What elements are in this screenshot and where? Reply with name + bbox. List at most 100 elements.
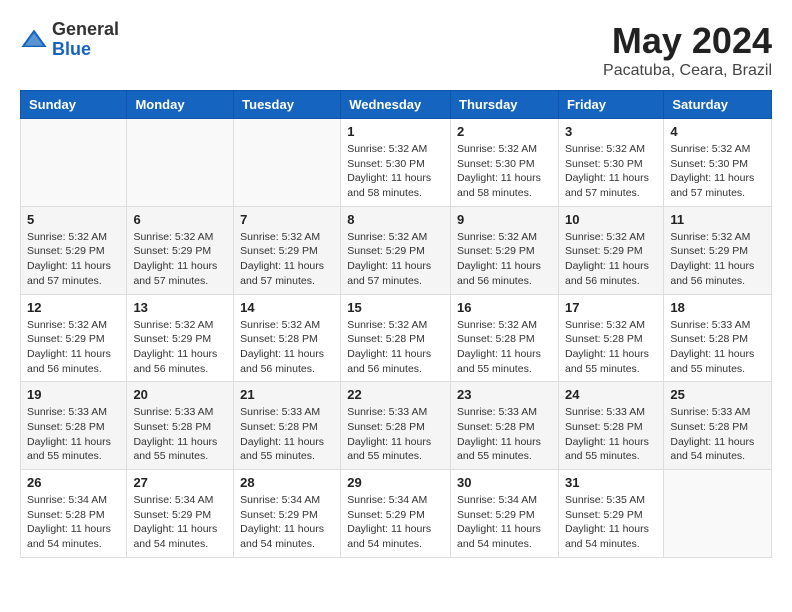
cell-text: Sunrise: 5:34 AM Sunset: 5:29 PM Dayligh… xyxy=(347,493,444,552)
weekday-header-wednesday: Wednesday xyxy=(341,91,451,119)
weekday-header-row: SundayMondayTuesdayWednesdayThursdayFrid… xyxy=(21,91,772,119)
day-number: 5 xyxy=(27,212,120,227)
cell-text: Sunrise: 5:32 AM Sunset: 5:29 PM Dayligh… xyxy=(240,230,334,289)
day-number: 14 xyxy=(240,300,334,315)
cell-text: Sunrise: 5:32 AM Sunset: 5:29 PM Dayligh… xyxy=(133,318,227,377)
calendar-cell xyxy=(21,119,127,207)
day-number: 13 xyxy=(133,300,227,315)
calendar-cell: 31 Sunrise: 5:35 AM Sunset: 5:29 PM Dayli… xyxy=(558,470,663,558)
calendar-cell: 10 Sunrise: 5:32 AM Sunset: 5:29 PM Dayli… xyxy=(558,206,663,294)
day-number: 21 xyxy=(240,387,334,402)
cell-text: Sunrise: 5:32 AM Sunset: 5:29 PM Dayligh… xyxy=(27,318,120,377)
weekday-header-sunday: Sunday xyxy=(21,91,127,119)
day-number: 2 xyxy=(457,124,552,139)
calendar-cell: 30 Sunrise: 5:34 AM Sunset: 5:29 PM Dayli… xyxy=(451,470,559,558)
weekday-header-friday: Friday xyxy=(558,91,663,119)
calendar-cell: 6 Sunrise: 5:32 AM Sunset: 5:29 PM Daylig… xyxy=(127,206,234,294)
weekday-header-thursday: Thursday xyxy=(451,91,559,119)
calendar-cell: 23 Sunrise: 5:33 AM Sunset: 5:28 PM Dayli… xyxy=(451,382,559,470)
day-number: 28 xyxy=(240,475,334,490)
calendar-cell: 2 Sunrise: 5:32 AM Sunset: 5:30 PM Daylig… xyxy=(451,119,559,207)
cell-text: Sunrise: 5:32 AM Sunset: 5:29 PM Dayligh… xyxy=(565,230,657,289)
calendar-cell: 4 Sunrise: 5:32 AM Sunset: 5:30 PM Daylig… xyxy=(664,119,772,207)
cell-text: Sunrise: 5:33 AM Sunset: 5:28 PM Dayligh… xyxy=(457,405,552,464)
cell-text: Sunrise: 5:32 AM Sunset: 5:30 PM Dayligh… xyxy=(670,142,765,201)
day-number: 29 xyxy=(347,475,444,490)
weekday-header-tuesday: Tuesday xyxy=(234,91,341,119)
calendar-cell: 22 Sunrise: 5:33 AM Sunset: 5:28 PM Dayli… xyxy=(341,382,451,470)
logo: General Blue xyxy=(20,20,119,60)
day-number: 9 xyxy=(457,212,552,227)
calendar-cell: 20 Sunrise: 5:33 AM Sunset: 5:28 PM Dayli… xyxy=(127,382,234,470)
cell-text: Sunrise: 5:35 AM Sunset: 5:29 PM Dayligh… xyxy=(565,493,657,552)
calendar-cell: 18 Sunrise: 5:33 AM Sunset: 5:28 PM Dayli… xyxy=(664,294,772,382)
calendar-cell: 7 Sunrise: 5:32 AM Sunset: 5:29 PM Daylig… xyxy=(234,206,341,294)
cell-text: Sunrise: 5:34 AM Sunset: 5:29 PM Dayligh… xyxy=(133,493,227,552)
cell-text: Sunrise: 5:34 AM Sunset: 5:29 PM Dayligh… xyxy=(457,493,552,552)
calendar-cell: 28Sunrise: 5:34 AM Sunset: 5:29 PM Dayli… xyxy=(234,470,341,558)
calendar-cell: 27 Sunrise: 5:34 AM Sunset: 5:29 PM Dayli… xyxy=(127,470,234,558)
calendar-cell: 14Sunrise: 5:32 AM Sunset: 5:28 PM Dayli… xyxy=(234,294,341,382)
calendar-cell: 26 Sunrise: 5:34 AM Sunset: 5:28 PM Dayli… xyxy=(21,470,127,558)
day-number: 1 xyxy=(347,124,444,139)
cell-text: Sunrise: 5:33 AM Sunset: 5:28 PM Dayligh… xyxy=(133,405,227,464)
cell-text: Sunrise: 5:32 AM Sunset: 5:29 PM Dayligh… xyxy=(670,230,765,289)
calendar-week-row: 26 Sunrise: 5:34 AM Sunset: 5:28 PM Dayli… xyxy=(21,470,772,558)
day-number: 4 xyxy=(670,124,765,139)
calendar-cell: 24Sunrise: 5:33 AM Sunset: 5:28 PM Dayli… xyxy=(558,382,663,470)
cell-text: Sunrise: 5:33 AM Sunset: 5:28 PM Dayligh… xyxy=(670,318,765,377)
day-number: 18 xyxy=(670,300,765,315)
cell-text: Sunrise: 5:32 AM Sunset: 5:29 PM Dayligh… xyxy=(347,230,444,289)
day-number: 7 xyxy=(240,212,334,227)
cell-text: Sunrise: 5:32 AM Sunset: 5:28 PM Dayligh… xyxy=(565,318,657,377)
logo-general-text: General xyxy=(52,20,119,40)
day-number: 8 xyxy=(347,212,444,227)
calendar-cell: 5Sunrise: 5:32 AM Sunset: 5:29 PM Daylig… xyxy=(21,206,127,294)
calendar-cell: 12 Sunrise: 5:32 AM Sunset: 5:29 PM Dayli… xyxy=(21,294,127,382)
calendar-cell: 11Sunrise: 5:32 AM Sunset: 5:29 PM Dayli… xyxy=(664,206,772,294)
calendar-table: SundayMondayTuesdayWednesdayThursdayFrid… xyxy=(20,90,772,558)
calendar-cell xyxy=(127,119,234,207)
cell-text: Sunrise: 5:32 AM Sunset: 5:28 PM Dayligh… xyxy=(347,318,444,377)
cell-text: Sunrise: 5:32 AM Sunset: 5:29 PM Dayligh… xyxy=(457,230,552,289)
logo-text: General Blue xyxy=(52,20,119,60)
calendar-cell: 8 Sunrise: 5:32 AM Sunset: 5:29 PM Daylig… xyxy=(341,206,451,294)
calendar-week-row: 5 Sunrise: 5:32 AM Sunset: 5:29 PM Daylig… xyxy=(21,206,772,294)
calendar-cell xyxy=(234,119,341,207)
day-number: 17 xyxy=(565,300,657,315)
cell-text: Sunrise: 5:32 AM Sunset: 5:30 PM Dayligh… xyxy=(565,142,657,201)
location-subtitle: Pacatuba, Ceara, Brazil xyxy=(603,62,772,80)
calendar-cell: 1Sunrise: 5:32 AM Sunset: 5:30 PM Daylig… xyxy=(341,119,451,207)
cell-text: Sunrise: 5:33 AM Sunset: 5:28 PM Dayligh… xyxy=(670,405,765,464)
day-number: 10 xyxy=(565,212,657,227)
day-number: 3 xyxy=(565,124,657,139)
calendar-cell: 16Sunrise: 5:32 AM Sunset: 5:28 PM Dayli… xyxy=(451,294,559,382)
calendar-cell: 13 Sunrise: 5:32 AM Sunset: 5:29 PM Dayli… xyxy=(127,294,234,382)
day-number: 6 xyxy=(133,212,227,227)
calendar-cell: 15Sunrise: 5:32 AM Sunset: 5:28 PM Dayli… xyxy=(341,294,451,382)
day-number: 27 xyxy=(133,475,227,490)
weekday-header-saturday: Saturday xyxy=(664,91,772,119)
cell-text: Sunrise: 5:34 AM Sunset: 5:28 PM Dayligh… xyxy=(27,493,120,552)
calendar-cell: 29 Sunrise: 5:34 AM Sunset: 5:29 PM Dayli… xyxy=(341,470,451,558)
cell-text: Sunrise: 5:32 AM Sunset: 5:29 PM Dayligh… xyxy=(133,230,227,289)
day-number: 26 xyxy=(27,475,120,490)
cell-text: Sunrise: 5:33 AM Sunset: 5:28 PM Dayligh… xyxy=(240,405,334,464)
calendar-week-row: 1 Sunrise: 5:32 AM Sunset: 5:30 PM Daylig… xyxy=(21,119,772,207)
logo-blue-text: Blue xyxy=(52,40,119,60)
cell-text: Sunrise: 5:33 AM Sunset: 5:28 PM Dayligh… xyxy=(565,405,657,464)
day-number: 20 xyxy=(133,387,227,402)
day-number: 23 xyxy=(457,387,552,402)
calendar-cell: 17 Sunrise: 5:32 AM Sunset: 5:28 PM Dayli… xyxy=(558,294,663,382)
cell-text: Sunrise: 5:33 AM Sunset: 5:28 PM Dayligh… xyxy=(347,405,444,464)
day-number: 31 xyxy=(565,475,657,490)
calendar-cell: 3 Sunrise: 5:32 AM Sunset: 5:30 PM Daylig… xyxy=(558,119,663,207)
cell-text: Sunrise: 5:32 AM Sunset: 5:30 PM Dayligh… xyxy=(457,142,552,201)
day-number: 12 xyxy=(27,300,120,315)
day-number: 22 xyxy=(347,387,444,402)
calendar-cell xyxy=(664,470,772,558)
calendar-week-row: 19 Sunrise: 5:33 AM Sunset: 5:28 PM Dayli… xyxy=(21,382,772,470)
calendar-cell: 25Sunrise: 5:33 AM Sunset: 5:28 PM Dayli… xyxy=(664,382,772,470)
day-number: 19 xyxy=(27,387,120,402)
day-number: 30 xyxy=(457,475,552,490)
